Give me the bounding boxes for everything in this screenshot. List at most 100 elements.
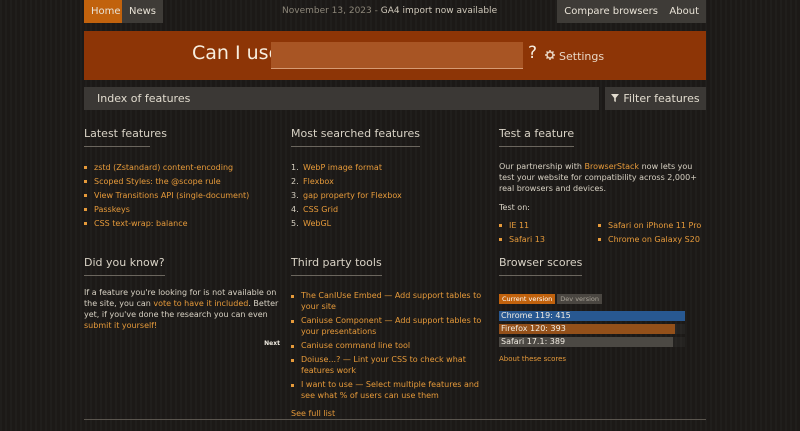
did-you-know-title: Did you know? — [84, 256, 165, 276]
latest-feature-link[interactable]: View Transitions API (single-document) — [94, 191, 249, 200]
latest-features-section: Latest features zstd (Zstandard) content… — [84, 122, 274, 231]
latest-feature-link[interactable]: Scoped Styles: the @scope rule — [94, 177, 221, 186]
browser-scores-section: Browser scores Current version Dev versio… — [499, 251, 706, 363]
list-item[interactable]: 1. WebP image format — [291, 161, 481, 175]
test-feature-section: Test a feature Our partnership with Brow… — [499, 122, 706, 249]
test-feature-description: Our partnership with BrowserStack now le… — [499, 161, 706, 194]
search-hero: Can I use ? Settings — [84, 31, 706, 80]
test-browser-link[interactable]: Safari 13 — [509, 235, 545, 244]
third-party-section: Third party tools The CanIUse Embed — Ad… — [291, 251, 491, 418]
tool-link[interactable]: Caniuse command line tool — [301, 341, 410, 350]
search-input[interactable] — [271, 42, 523, 69]
hero-title: Can I use — [192, 42, 281, 64]
nav-compare-browsers[interactable]: Compare browsers — [557, 0, 665, 23]
tool-link[interactable]: Caniuse Component — Add support tables t… — [301, 316, 481, 336]
list-item[interactable]: Scoped Styles: the @scope rule — [84, 175, 274, 189]
test-browsers-col1: IE 11 Safari 13 — [499, 219, 545, 247]
list-item[interactable]: The CanIUse Embed — Add support tables t… — [291, 290, 491, 312]
test-browsers-col2: Safari on iPhone 11 Pro Chrome on Galaxy… — [598, 219, 701, 247]
list-item[interactable]: IE 11 — [499, 219, 545, 233]
searched-feature-link[interactable]: WebP image format — [303, 163, 382, 172]
list-number: 1. — [291, 163, 299, 172]
list-item[interactable]: Chrome on Galaxy S20 — [598, 233, 701, 247]
latest-feature-link[interactable]: Passkeys — [94, 205, 130, 214]
list-item[interactable]: 4. CSS Grid — [291, 203, 481, 217]
index-of-features[interactable]: Index of features — [84, 87, 599, 110]
score-bar-label: Safari 17.1: 389 — [501, 337, 566, 346]
about-scores-link[interactable]: About these scores — [499, 355, 706, 363]
list-item[interactable]: 3. gap property for Flexbox — [291, 189, 481, 203]
latest-feature-link[interactable]: zstd (Zstandard) content-encoding — [94, 163, 233, 172]
announcement-date: November 13, 2023 — [282, 6, 372, 16]
latest-features-title: Latest features — [84, 127, 167, 147]
searched-feature-link[interactable]: CSS Grid — [303, 205, 338, 214]
list-item[interactable]: Passkeys — [84, 203, 274, 217]
tool-link[interactable]: The CanIUse Embed — Add support tables t… — [301, 291, 481, 311]
latest-features-list: zstd (Zstandard) content-encoding Scoped… — [84, 161, 274, 231]
list-item[interactable]: Safari on iPhone 11 Pro — [598, 219, 701, 233]
gear-icon — [545, 50, 559, 63]
score-bar-label: Chrome 119: 415 — [501, 311, 571, 320]
desc-text: Our partnership with — [499, 162, 585, 171]
settings-label: Settings — [559, 50, 605, 63]
top-bar: Home News November 13, 2023 - GA4 import… — [84, 0, 706, 23]
next-button[interactable]: Next — [84, 340, 280, 347]
test-browser-link[interactable]: IE 11 — [509, 221, 529, 230]
latest-feature-link[interactable]: CSS text-wrap: balance — [94, 219, 188, 228]
filter-label: Filter features — [623, 92, 700, 105]
score-bar: Chrome 119: 415 — [499, 311, 685, 321]
searched-feature-link[interactable]: WebGL — [303, 219, 331, 228]
list-item[interactable]: Caniuse Component — Add support tables t… — [291, 315, 491, 337]
third-party-list: The CanIUse Embed — Add support tables t… — [291, 290, 491, 401]
tool-link[interactable]: I want to use — Select multiple features… — [301, 380, 479, 400]
list-item[interactable]: Caniuse command line tool — [291, 340, 491, 351]
list-number: 2. — [291, 177, 299, 186]
list-item[interactable]: zstd (Zstandard) content-encoding — [84, 161, 274, 175]
browserstack-link[interactable]: BrowserStack — [584, 162, 639, 171]
did-you-know-text: If a feature you're looking for is not a… — [84, 287, 280, 331]
see-full-list-link[interactable]: See full list — [291, 409, 491, 418]
list-number: 5. — [291, 219, 299, 228]
nav-about[interactable]: About — [662, 0, 706, 23]
filter-icon — [611, 87, 623, 110]
list-number: 3. — [291, 191, 299, 200]
announcement-separator: - — [371, 6, 381, 16]
list-item[interactable]: Safari 13 — [499, 233, 545, 247]
test-browser-link[interactable]: Safari on iPhone 11 Pro — [608, 221, 701, 230]
tool-link[interactable]: Doiuse...? — Lint your CSS to check what… — [301, 355, 466, 375]
score-bar: Safari 17.1: 389 — [499, 337, 685, 347]
submit-link[interactable]: submit it yourself! — [84, 321, 157, 330]
list-item[interactable]: Doiuse...? — Lint your CSS to check what… — [291, 354, 491, 376]
score-bar: Firefox 120: 393 — [499, 324, 685, 334]
list-item[interactable]: I want to use — Select multiple features… — [291, 379, 491, 401]
most-searched-section: Most searched features 1. WebP image form… — [291, 122, 481, 231]
list-item[interactable]: CSS text-wrap: balance — [84, 217, 274, 231]
score-bar-label: Firefox 120: 393 — [501, 324, 566, 333]
test-browser-link[interactable]: Chrome on Galaxy S20 — [608, 235, 700, 244]
test-feature-title: Test a feature — [499, 127, 575, 147]
list-number: 4. — [291, 205, 299, 214]
hero-question-mark: ? — [528, 43, 538, 63]
third-party-title: Third party tools — [291, 256, 382, 276]
footer-divider — [84, 419, 706, 420]
score-bars: Chrome 119: 415 Firefox 120: 393 Safari 17… — [499, 311, 706, 351]
nav-home[interactable]: Home — [84, 0, 128, 23]
dev-version-tag[interactable]: Dev version — [557, 294, 603, 304]
searched-feature-link[interactable]: Flexbox — [303, 177, 334, 186]
browser-scores-title: Browser scores — [499, 256, 583, 276]
list-item[interactable]: 2. Flexbox — [291, 175, 481, 189]
announcement: November 13, 2023 - GA4 import now avail… — [282, 0, 497, 23]
vote-link[interactable]: vote to have it included — [153, 299, 248, 308]
announcement-link[interactable]: GA4 import now available — [381, 6, 497, 16]
list-item[interactable]: 5. WebGL — [291, 217, 481, 231]
test-on-label: Test on: — [499, 203, 530, 212]
most-searched-list: 1. WebP image format 2. Flexbox 3. gap prop… — [291, 161, 481, 231]
current-version-tag[interactable]: Current version — [499, 294, 556, 304]
list-item[interactable]: View Transitions API (single-document) — [84, 189, 274, 203]
filter-features-button[interactable]: Filter features — [605, 87, 706, 110]
test-browsers: IE 11 Safari 13 Safari on iPhone 11 Pro … — [499, 219, 706, 249]
searched-feature-link[interactable]: gap property for Flexbox — [303, 191, 402, 200]
did-you-know-section: Did you know? If a feature you're lookin… — [84, 251, 280, 347]
nav-news[interactable]: News — [122, 0, 164, 23]
settings-button[interactable]: Settings — [545, 50, 604, 63]
